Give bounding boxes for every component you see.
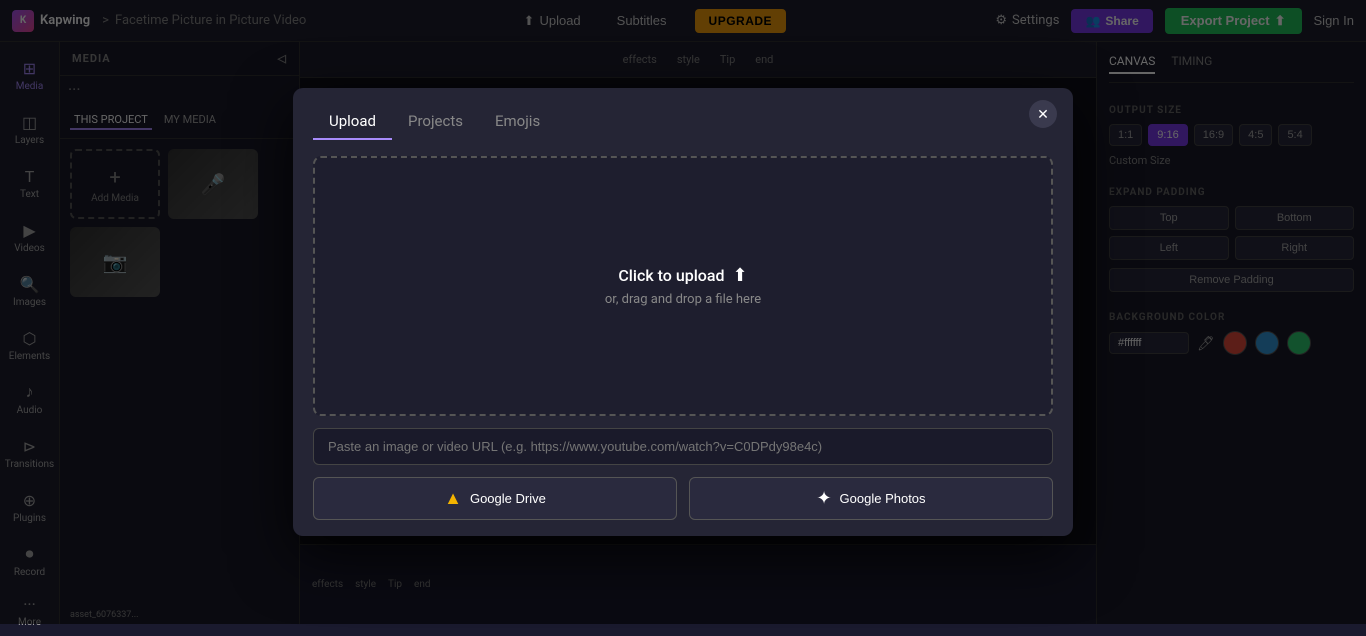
google-photos-button[interactable]: ✦ Google Photos: [689, 477, 1053, 520]
modal-header: Upload Projects Emojis ✕: [293, 88, 1073, 140]
upload-sub-text: or, drag and drop a file here: [605, 292, 761, 307]
upload-modal: Upload Projects Emojis ✕ Click to upload…: [293, 88, 1073, 536]
google-drive-icon: ▲: [444, 488, 462, 509]
google-drive-button[interactable]: ▲ Google Drive: [313, 477, 677, 520]
url-paste-input[interactable]: [313, 428, 1053, 465]
modal-close-button[interactable]: ✕: [1029, 100, 1057, 128]
modal-overlay[interactable]: Upload Projects Emojis ✕ Click to upload…: [0, 0, 1366, 624]
cloud-buttons: ▲ Google Drive ✦ Google Photos: [313, 477, 1053, 520]
modal-body: Click to upload ⬆ or, drag and drop a fi…: [293, 140, 1073, 536]
upload-arrow-icon: ⬆: [733, 265, 748, 286]
google-photos-icon: ✦: [816, 488, 831, 509]
modal-tab-projects[interactable]: Projects: [392, 104, 479, 140]
modal-tab-upload[interactable]: Upload: [313, 104, 392, 140]
upload-dropzone[interactable]: Click to upload ⬆ or, drag and drop a fi…: [313, 156, 1053, 416]
modal-tab-emojis[interactable]: Emojis: [479, 104, 556, 140]
upload-main-text: Click to upload ⬆: [618, 265, 747, 286]
